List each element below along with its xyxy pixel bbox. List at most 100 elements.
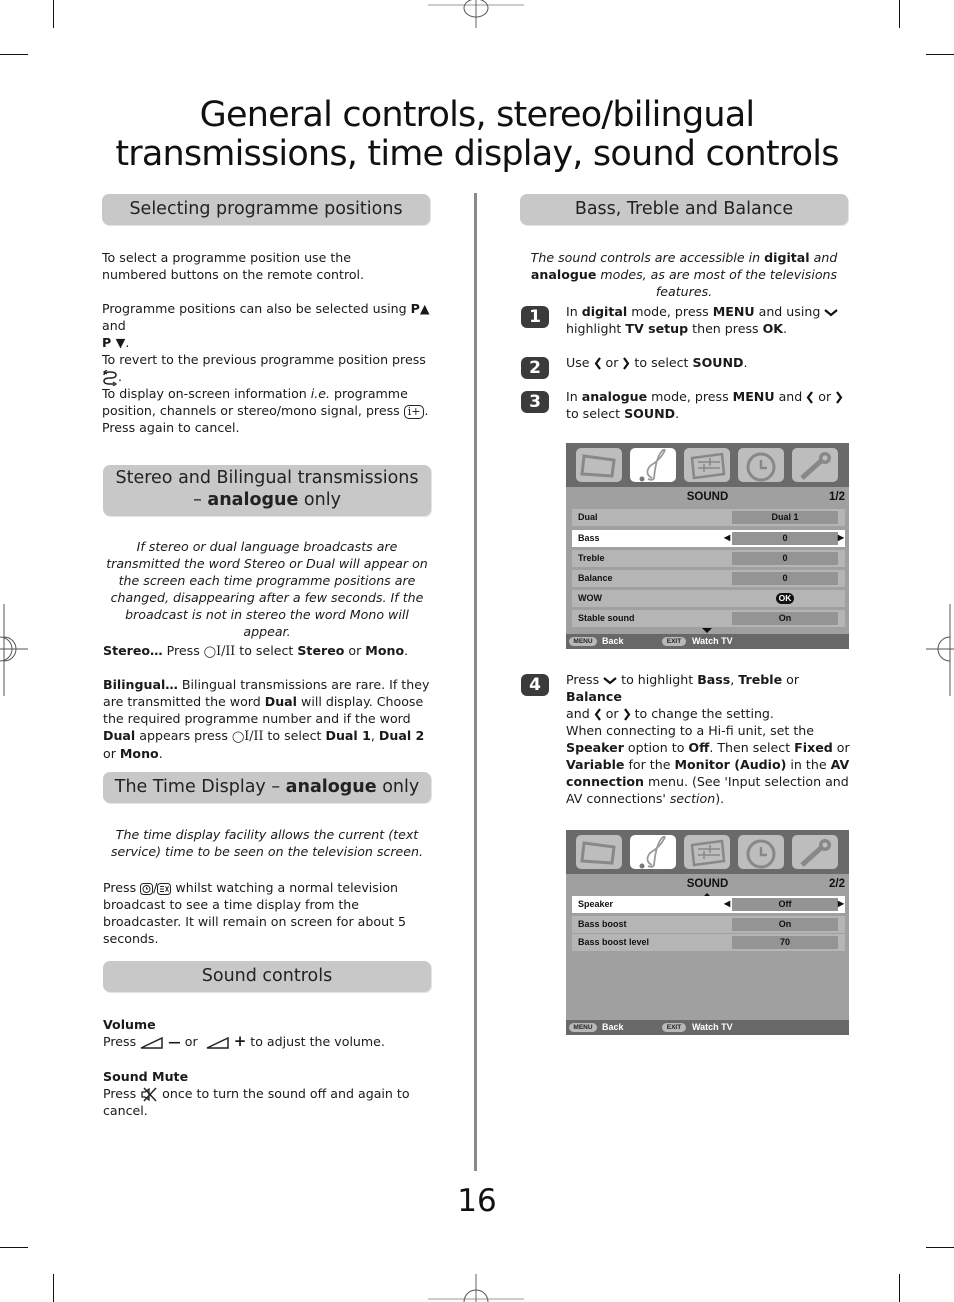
stereo-key: I/II xyxy=(244,728,264,743)
text: in the xyxy=(786,757,831,772)
menu-row-dual[interactable]: Dual Dual 1 xyxy=(572,509,845,526)
tab-tv-icon[interactable] xyxy=(576,835,622,869)
intro-paragraph: If stereo or dual language broadcasts ar… xyxy=(106,539,428,639)
back-label: Back xyxy=(602,636,624,646)
arrow-left-icon[interactable]: ◀ xyxy=(724,899,730,908)
text: option to xyxy=(623,740,689,755)
menu-tab-bar xyxy=(566,443,849,487)
text: Mono xyxy=(365,643,405,658)
row-label: Bass xyxy=(578,533,600,543)
menu-row-bass[interactable]: Bass ◀ 0 ▶ xyxy=(572,530,845,547)
menu-row-treble[interactable]: Treble 0 xyxy=(572,550,845,567)
crop-mark xyxy=(53,0,54,28)
text: Fixed xyxy=(794,740,833,755)
tab-wrench-icon[interactable] xyxy=(792,835,838,869)
text: Programme positions can also be selected… xyxy=(102,301,411,316)
hifi-paragraph: When connecting to a Hi-fi unit, set the… xyxy=(566,722,851,807)
arrow-right-icon[interactable]: ▶ xyxy=(838,899,844,908)
volume-icon xyxy=(206,1036,229,1049)
tv-menu-sound-page-2: SOUND 2/2 Speaker ◀ Off ▶ Bass boost On Bass… xyxy=(566,830,849,1035)
heading-text: Sound controls xyxy=(201,966,333,986)
text: section xyxy=(669,791,716,806)
text: The Time Display – xyxy=(114,777,286,797)
text: and using xyxy=(754,304,825,319)
menu-header: SOUND 1/2 xyxy=(566,487,849,509)
text: Monitor (Audio) xyxy=(674,757,787,772)
section-heading-time-display: The Time Display – analogue only xyxy=(103,772,431,803)
text: Press xyxy=(162,643,204,658)
tab-tv-icon[interactable] xyxy=(576,448,622,482)
menu-row-bass-boost-level[interactable]: Bass boost level 70 xyxy=(572,934,845,951)
row-label: Bass boost xyxy=(578,919,627,929)
menu-row-stable-sound[interactable]: Stable sound On xyxy=(572,610,845,627)
tab-equalizer-icon[interactable] xyxy=(684,448,730,482)
menu-row-bass-boost[interactable]: Bass boost On xyxy=(572,916,845,933)
text: . xyxy=(125,335,130,350)
text: In xyxy=(566,304,582,319)
tab-music-note-icon[interactable] xyxy=(630,448,676,482)
heading-text: Selecting programme positions xyxy=(129,199,403,219)
row-value: 0 xyxy=(732,532,838,545)
menu-row-balance[interactable]: Balance 0 xyxy=(572,570,845,587)
menu-tab-bar xyxy=(566,830,849,874)
mute-block: Sound Mute Press once to turn the sound … xyxy=(103,1068,433,1119)
exit-key-icon[interactable]: EXIT xyxy=(662,1023,686,1032)
tab-equalizer-icon[interactable] xyxy=(684,835,730,869)
dual-sound-icon: ◯​ xyxy=(231,730,245,743)
arrow-left-icon[interactable]: ◀ xyxy=(724,533,730,542)
page-number: 16 xyxy=(457,1183,497,1219)
text: analogue xyxy=(581,389,648,404)
step-2-text: Use or to select SOUND. xyxy=(566,354,846,371)
row-label: Speaker xyxy=(578,899,614,909)
step-3-text: In analogue mode, press MENU and or to s… xyxy=(566,388,846,422)
menu-page-indicator: 2/2 xyxy=(829,878,845,890)
tab-wrench-icon[interactable] xyxy=(792,448,838,482)
crop-mark xyxy=(53,1274,54,1302)
text: to select xyxy=(630,355,693,370)
heading-text: – analogue only xyxy=(103,489,431,511)
text: Dual xyxy=(264,694,298,709)
chevron-right-icon xyxy=(836,391,843,404)
text: . xyxy=(158,746,163,761)
text: to highlight xyxy=(617,672,698,687)
intro-paragraph: The sound controls are accessible in dig… xyxy=(518,249,850,300)
menu-key-icon[interactable]: MENU xyxy=(569,637,597,646)
tab-clock-icon[interactable] xyxy=(738,448,784,482)
ok-button-icon[interactable]: OK xyxy=(775,593,795,604)
text: In xyxy=(566,389,582,404)
text: or xyxy=(832,740,850,755)
title-line-2: transmissions, time display, sound contr… xyxy=(115,134,839,174)
text: modes, as are most of the televisions fe… xyxy=(596,267,838,299)
tab-music-note-icon[interactable] xyxy=(630,835,676,869)
text: . xyxy=(118,369,123,384)
text: Balance xyxy=(566,689,622,704)
text: digital xyxy=(764,250,810,265)
arrow-right-icon[interactable]: ▶ xyxy=(838,533,844,542)
text: and xyxy=(102,318,126,333)
text: ). xyxy=(715,791,725,806)
text: for the xyxy=(624,757,675,772)
menu-row-speaker[interactable]: Speaker ◀ Off ▶ xyxy=(572,896,845,913)
text: – xyxy=(193,490,208,510)
text: , xyxy=(370,728,379,743)
text: and xyxy=(809,250,838,265)
menu-row-wow[interactable]: WOW OK xyxy=(572,590,845,607)
scroll-down-arrow-icon[interactable] xyxy=(702,628,712,633)
recall-icon xyxy=(102,369,118,386)
tab-clock-icon[interactable] xyxy=(738,835,784,869)
heading-text: Stereo and Bilingual transmissions xyxy=(115,468,419,488)
chevron-down-icon xyxy=(603,676,617,684)
section-heading-stereo-bilingual: Stereo and Bilingual transmissions – ana… xyxy=(103,465,431,516)
menu-title: SOUND xyxy=(686,878,729,890)
text: analogue xyxy=(285,777,377,797)
text: or xyxy=(601,706,623,721)
text: When connecting to a Hi-fi unit, set the xyxy=(566,723,814,738)
step-4-text: Press to highlight Bass, Treble or Balan… xyxy=(566,671,848,722)
crop-mark xyxy=(0,54,28,55)
text: OK xyxy=(762,321,784,336)
chevron-right-icon xyxy=(623,708,630,721)
row-label: Dual xyxy=(578,512,598,522)
row-label: Stable sound xyxy=(578,613,635,623)
exit-key-icon[interactable]: EXIT xyxy=(662,637,686,646)
menu-key-icon[interactable]: MENU xyxy=(569,1023,597,1032)
